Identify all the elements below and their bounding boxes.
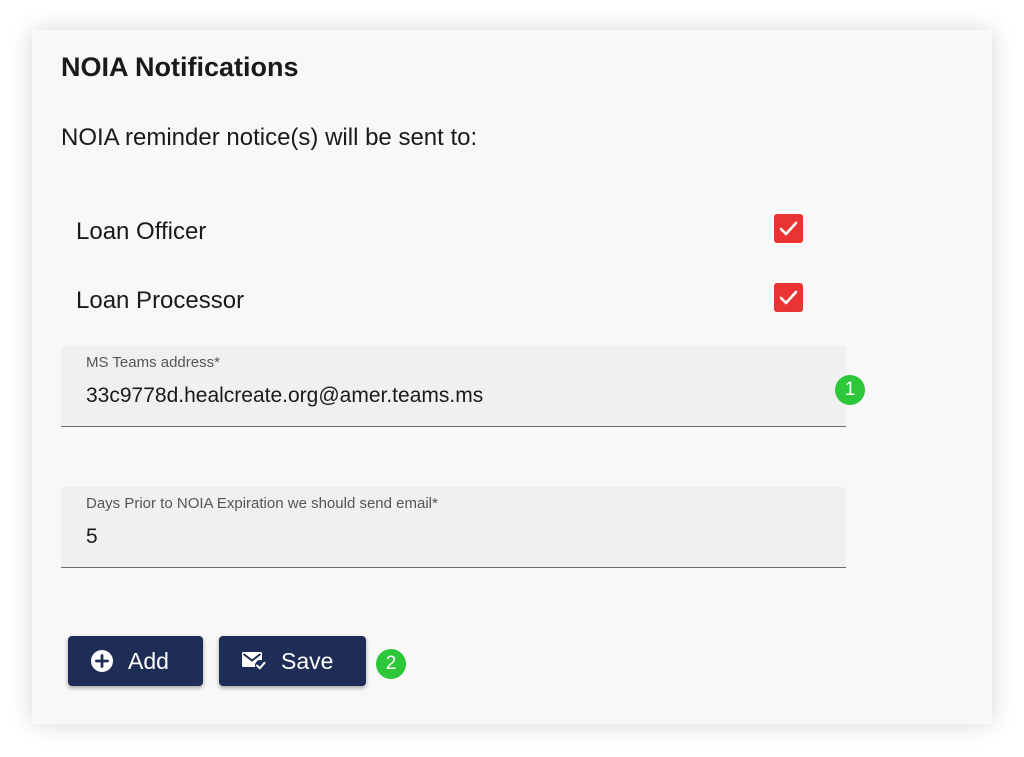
save-button-label: Save — [281, 647, 334, 674]
loan-officer-checkbox[interactable] — [774, 214, 803, 243]
add-button[interactable]: Add — [68, 636, 203, 686]
days-prior-input[interactable]: 5 — [86, 525, 98, 549]
recipient-label-loan-processor: Loan Processor — [76, 287, 245, 314]
noia-notifications-card: NOIA Notifications NOIA reminder notice(… — [32, 30, 992, 724]
recipient-label-loan-officer: Loan Officer — [76, 218, 207, 245]
panel-subtitle: NOIA reminder notice(s) will be sent to: — [61, 124, 478, 151]
recipient-row-loan-officer: Loan Officer — [76, 214, 806, 254]
ms-teams-address-input[interactable]: 33c9778d.healcreate.org@amer.teams.ms — [86, 384, 483, 408]
ms-teams-address-label: MS Teams address* — [86, 354, 220, 371]
add-button-label: Add — [128, 647, 169, 674]
loan-processor-checkbox[interactable] — [774, 283, 803, 312]
step-marker-1: 1 — [835, 375, 865, 405]
ms-teams-address-field[interactable]: MS Teams address* 33c9778d.healcreate.or… — [61, 346, 846, 427]
check-icon — [779, 221, 798, 236]
recipient-row-loan-processor: Loan Processor — [76, 283, 806, 323]
panel-title: NOIA Notifications — [61, 52, 299, 82]
save-button[interactable]: Save — [219, 636, 366, 686]
plus-circle-icon — [91, 650, 113, 672]
step-marker-2: 2 — [376, 649, 406, 679]
days-prior-label: Days Prior to NOIA Expiration we should … — [86, 495, 438, 512]
days-prior-field[interactable]: Days Prior to NOIA Expiration we should … — [61, 487, 846, 568]
check-icon — [779, 290, 798, 305]
mail-check-icon — [242, 652, 266, 671]
